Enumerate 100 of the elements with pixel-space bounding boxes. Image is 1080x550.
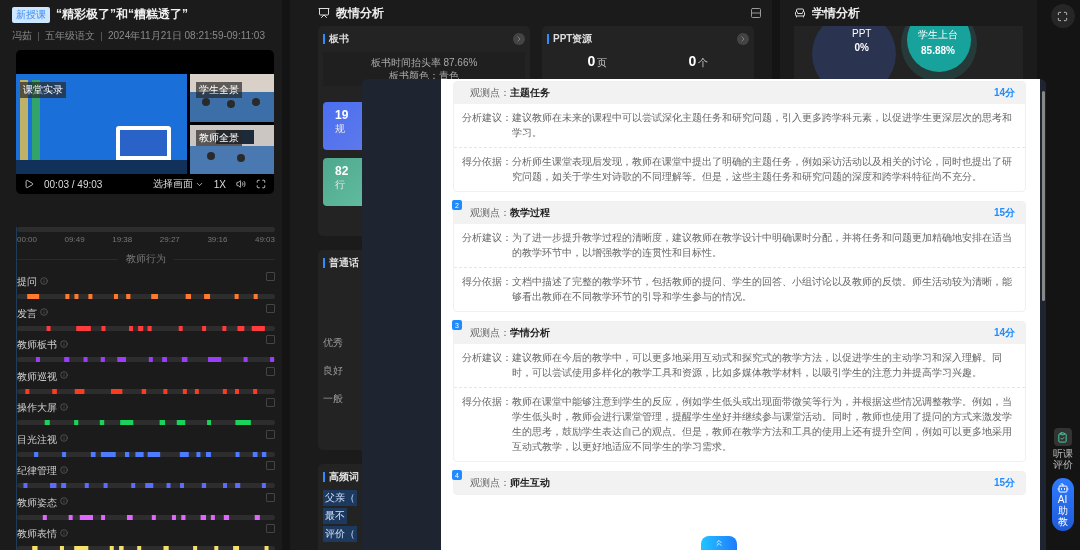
card-title: 高频词 — [329, 470, 359, 484]
lesson-meta: 五年级语文 — [45, 29, 95, 43]
behavior-checkbox[interactable] — [266, 429, 275, 439]
behavior-label: 提问 — [17, 275, 37, 289]
behavior-checkbox[interactable] — [266, 492, 275, 502]
tile-value: 19 — [335, 108, 349, 122]
evaluate-button[interactable]: 听课评价 — [1050, 428, 1075, 470]
behavior-label: 教师巡视 — [17, 369, 57, 384]
observation-score: 14分 — [993, 326, 1015, 340]
fullscreen-icon[interactable] — [1057, 10, 1068, 22]
advice-text: 建议教师在今后的教学中，可以更多地采用互动式和探究式的教学方法，以促进学生的主动学习和深入理解。同时，可以尝试使用多样化的教学工具和资源，比如多媒体教学材料，以吸引学生的注意力并提高学习兴趣。 — [512, 351, 1003, 380]
axis-label: 良好 — [323, 364, 343, 378]
observation-score: 14分 — [993, 86, 1015, 100]
view-label[interactable]: 学生全景 — [196, 82, 242, 98]
behavior-checkbox[interactable] — [266, 398, 275, 407]
advice-label: 分析建议： — [462, 111, 512, 125]
info-icon[interactable] — [60, 528, 68, 537]
playback-time: 00:03 / 49:03 — [44, 178, 103, 190]
view-label[interactable]: 课堂实录 — [20, 82, 66, 98]
advice-text: 为了进一步提升教学过程的清晰度，建议教师在教学设计中明确课时分配，并将任务和问题更加精确地安排在适当的教学环节中，以增强教学的连贯性和目标性。 — [512, 231, 1013, 260]
section-title: 教师行为 — [126, 252, 166, 266]
behavior-checkbox[interactable] — [266, 524, 275, 533]
info-icon[interactable] — [60, 339, 68, 348]
behavior-checkbox[interactable] — [266, 303, 275, 313]
stage-bubble — [907, 26, 971, 72]
card-title: PPT资源 — [553, 32, 593, 46]
speed-button[interactable]: 1X — [213, 178, 226, 190]
word-tag: 父亲（ — [323, 490, 357, 506]
advice-label: 分析建议： — [462, 231, 512, 245]
info-icon[interactable] — [60, 434, 68, 443]
stat-value: 85.88% — [921, 45, 955, 56]
stat-label: 学生上台 — [918, 28, 958, 42]
card-title: 普通话 — [329, 256, 359, 270]
fullscreen-icon[interactable] — [256, 179, 266, 189]
lesson-meta: 冯茹 — [12, 29, 32, 43]
axis-label: 优秀 — [323, 336, 343, 350]
info-icon[interactable] — [60, 497, 68, 506]
clipboard-icon[interactable] — [1053, 428, 1072, 446]
basis-label: 得分依据： — [462, 275, 512, 289]
robot-icon[interactable] — [1056, 482, 1069, 494]
time-tick: 00:00 — [17, 235, 38, 244]
time-tick: 19:38 — [112, 235, 133, 244]
time-tick: 39:16 — [207, 235, 228, 244]
observation-prefix: 观测点： — [470, 476, 510, 490]
behavior-label: 教师板书 — [17, 338, 57, 352]
lesson-meta: 2024年11月21日 08:21:59-09:11:03 — [108, 29, 265, 43]
observation-title: 主题任务 — [510, 86, 550, 100]
play-icon[interactable] — [24, 179, 34, 189]
ppt-stat: 0页 — [587, 52, 608, 70]
basis-label: 得分依据： — [462, 395, 512, 409]
info-icon[interactable] — [60, 371, 68, 380]
behavior-checkbox[interactable] — [266, 272, 275, 281]
basis-text: 文档中描述了完整的教学环节，包括教师的提问、学生的回答、小组讨论以及教师的反馈。师生活动较为清晰，能够看出教师在不同教学环节的引导和学生参与的情况。 — [512, 275, 1013, 304]
basis-text: 分析师生课堂表现后发现，教师在课堂中提出了明确的主题任务，例如采访活动以及相关的讨论，同时也提出了研究问题，如关于学生对诗歌的不同理解等。但是，这些主题任务和研究问题的深度和跨学科特征尚不充分。 — [512, 155, 1013, 184]
lesson-title: “精彩极了”和“糟糕透了” — [56, 6, 188, 23]
info-icon[interactable] — [60, 402, 68, 411]
stat-label: PPT — [852, 28, 872, 39]
time-tick: 29:27 — [159, 235, 180, 244]
tile-label: 行 — [335, 178, 345, 192]
summary-text: 板书时间抬头率 87.66% — [370, 56, 478, 69]
info-icon[interactable] — [40, 308, 48, 317]
time-tick: 49:03 — [254, 235, 275, 244]
observation-title: 师生互动 — [510, 476, 550, 490]
behavior-label: 发言 — [17, 306, 37, 321]
fullscreen-button[interactable] — [1050, 4, 1075, 28]
chevrons-up-icon[interactable] — [714, 538, 724, 548]
advice-label: 分析建议： — [462, 351, 512, 365]
video-player[interactable]: 课堂实录 学生全景 教师全景 00:03 / 49:03 选择画面 1X — [16, 50, 274, 194]
tile-label: 规 — [335, 122, 345, 136]
time-tick: 09:49 — [64, 235, 85, 244]
behavior-label: 操作大屏 — [17, 401, 57, 415]
advice-text: 建议教师在未来的课程中可以尝试深化主题任务和研究问题，引入更多跨学科元素，以促进学生更深层次的思考和学习。 — [512, 111, 1013, 140]
card-title: 板书 — [329, 32, 349, 46]
behavior-checkbox[interactable] — [266, 366, 275, 376]
behavior-checkbox[interactable] — [266, 461, 275, 470]
view-label[interactable]: 教师全景 — [196, 130, 242, 146]
behavior-label: 目光注视 — [17, 432, 57, 447]
ai-assistant-button[interactable]: AI助教 — [1051, 478, 1074, 531]
info-icon[interactable] — [40, 276, 48, 285]
observation-title: 教学过程 — [510, 206, 550, 220]
layout-icon[interactable] — [750, 7, 762, 19]
observation-score: 15分 — [993, 206, 1015, 220]
stat-value: 0% — [854, 42, 869, 53]
lesson-type-badge: 新授课 — [12, 6, 50, 23]
axis-label: 一般 — [323, 392, 343, 406]
behavior-checkbox[interactable] — [266, 335, 275, 344]
observation-prefix: 观测点： — [470, 86, 510, 100]
scrollbar-thumb[interactable] — [1042, 91, 1045, 301]
panel-title: 教情分析 — [336, 4, 384, 22]
word-tag: 评价（ — [323, 526, 357, 542]
volume-icon[interactable] — [236, 179, 246, 189]
observation-title: 学情分析 — [510, 326, 550, 340]
info-icon[interactable] — [60, 465, 68, 474]
panel-title: 学情分析 — [812, 4, 860, 22]
observation-score: 15分 — [993, 476, 1015, 490]
ppt-stat: 0个 — [688, 52, 709, 70]
view-select[interactable]: 选择画面 — [152, 177, 204, 191]
scroll-top-button[interactable] — [701, 536, 737, 550]
basis-label: 得分依据： — [462, 155, 512, 169]
timeline-track[interactable] — [17, 227, 275, 232]
